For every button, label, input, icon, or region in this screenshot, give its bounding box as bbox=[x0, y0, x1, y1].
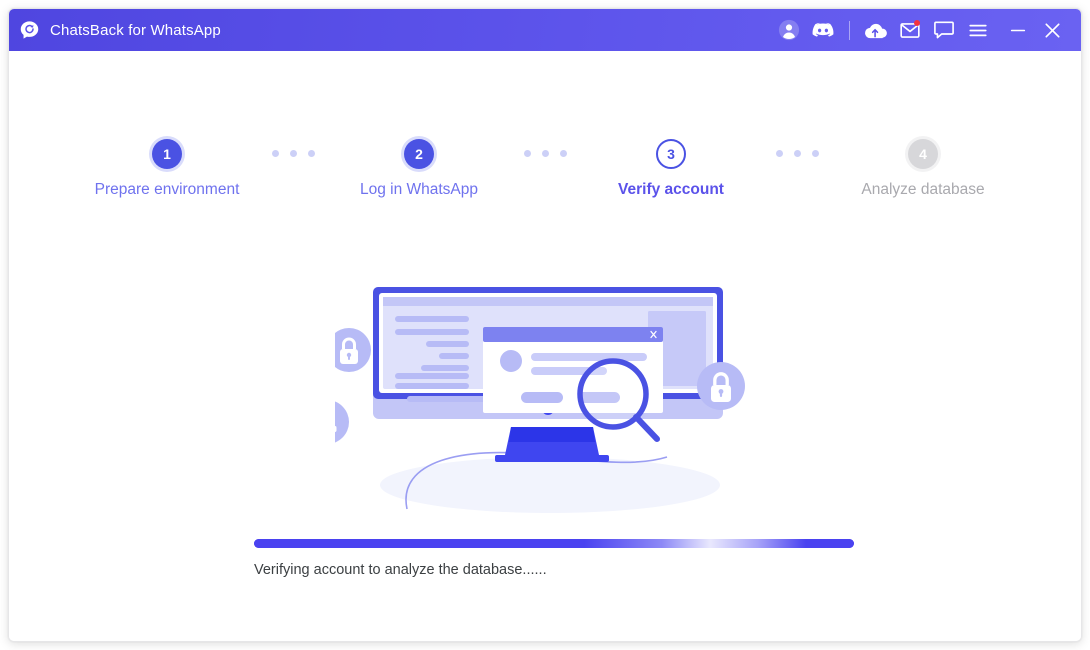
monitor-search-illustration bbox=[335, 279, 755, 514]
step-label: Prepare environment bbox=[94, 181, 240, 198]
feedback-icon[interactable] bbox=[927, 15, 961, 45]
step-item-verify-account: 3 Verify account bbox=[576, 139, 766, 199]
main-content: 1 Prepare environment 2 Log in WhatsApp … bbox=[9, 51, 1081, 641]
app-window: ChatsBack for WhatsApp 1 Prepare environ… bbox=[8, 8, 1082, 642]
app-title: ChatsBack for WhatsApp bbox=[50, 21, 221, 39]
step-connector-dots bbox=[514, 150, 576, 157]
step-label: Verify account bbox=[618, 181, 724, 198]
chat-bubble-refresh-logo-icon bbox=[19, 20, 40, 41]
titlebar-actions bbox=[772, 15, 1069, 45]
lock-icon bbox=[335, 328, 371, 372]
step-label: Analyze database bbox=[861, 181, 985, 198]
mail-icon[interactable] bbox=[893, 15, 927, 45]
step-item-analyze-database: 4 Analyze database bbox=[828, 139, 1018, 199]
step-number-badge: 2 bbox=[404, 139, 434, 169]
step-number-badge: 3 bbox=[656, 139, 686, 169]
title-bar: ChatsBack for WhatsApp bbox=[9, 9, 1081, 51]
menu-icon[interactable] bbox=[961, 15, 995, 45]
discord-icon[interactable] bbox=[806, 15, 840, 45]
step-label: Log in WhatsApp bbox=[359, 181, 479, 198]
titlebar-divider bbox=[849, 20, 850, 40]
step-item-prepare-environment: 1 Prepare environment bbox=[72, 139, 262, 199]
account-icon[interactable] bbox=[772, 15, 806, 45]
progress-area: Verifying account to analyze the databas… bbox=[254, 539, 854, 578]
progress-bar bbox=[254, 539, 854, 548]
stepper: 1 Prepare environment 2 Log in WhatsApp … bbox=[9, 139, 1081, 199]
notification-badge-dot bbox=[914, 20, 920, 26]
step-item-log-in-whatsapp: 2 Log in WhatsApp bbox=[324, 139, 514, 199]
step-number-badge: 1 bbox=[152, 139, 182, 169]
bar-chart-icon bbox=[335, 401, 349, 443]
minimize-icon[interactable] bbox=[1001, 15, 1035, 45]
close-icon[interactable] bbox=[1035, 15, 1069, 45]
cloud-icon[interactable] bbox=[859, 15, 893, 45]
step-connector-dots bbox=[262, 150, 324, 157]
progress-status-text: Verifying account to analyze the databas… bbox=[254, 562, 547, 578]
progress-bar-fill bbox=[254, 539, 854, 548]
step-connector-dots bbox=[766, 150, 828, 157]
lock-icon bbox=[697, 362, 745, 410]
step-number-badge: 4 bbox=[908, 139, 938, 169]
